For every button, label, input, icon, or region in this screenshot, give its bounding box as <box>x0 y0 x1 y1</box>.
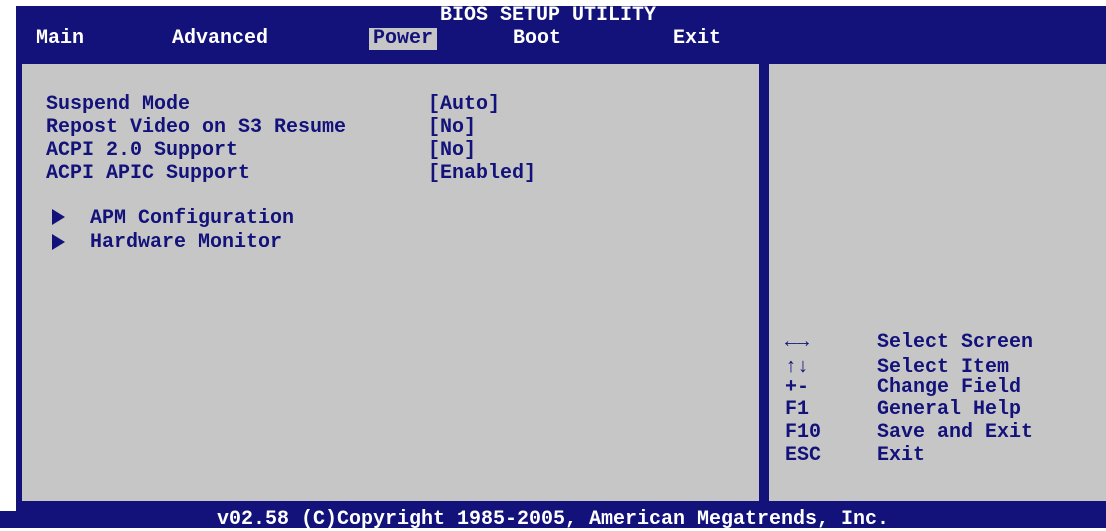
acpi-apic-support-label: ACPI APIC Support <box>46 162 251 185</box>
copyright-footer: v02.58 (C)Copyright 1985-2005, American … <box>0 510 1106 530</box>
help-save-and-exit: Save and Exit <box>877 421 1034 444</box>
repost-video-label: Repost Video on S3 Resume <box>46 116 347 139</box>
help-general-help: General Help <box>877 398 1022 421</box>
tab-boot[interactable]: Boot <box>513 28 561 50</box>
triangle-right-icon <box>52 234 65 250</box>
repost-video-value[interactable]: [No] <box>428 117 476 139</box>
page-title: BIOS SETUP UTILITY <box>440 4 657 27</box>
f1-key-label: F1 <box>785 398 810 421</box>
acpi-apic-support-value[interactable]: [Enabled] <box>428 163 536 185</box>
tab-exit[interactable]: Exit <box>673 28 721 50</box>
help-select-screen: Select Screen <box>877 331 1034 354</box>
apm-configuration-item[interactable]: APM Configuration <box>90 208 294 230</box>
suspend-mode-value[interactable]: [Auto] <box>428 94 500 116</box>
suspend-mode-label: Suspend Mode <box>46 93 191 116</box>
acpi-2-support-value[interactable]: [No] <box>428 140 476 162</box>
esc-key-label: ESC <box>785 444 822 467</box>
f10-key-label: F10 <box>785 421 822 444</box>
acpi-2-support-label: ACPI 2.0 Support <box>46 139 239 162</box>
tab-main[interactable]: Main <box>36 28 84 50</box>
tab-power[interactable]: Power <box>369 28 438 50</box>
tab-advanced[interactable]: Advanced <box>172 28 268 50</box>
help-change-field: Change Field <box>877 376 1022 399</box>
plus-minus-icon: +- <box>785 376 810 399</box>
hardware-monitor-item[interactable]: Hardware Monitor <box>90 232 282 254</box>
left-right-arrows-icon: ←→ <box>785 331 810 354</box>
triangle-right-icon <box>52 209 65 225</box>
help-exit: Exit <box>877 444 926 467</box>
